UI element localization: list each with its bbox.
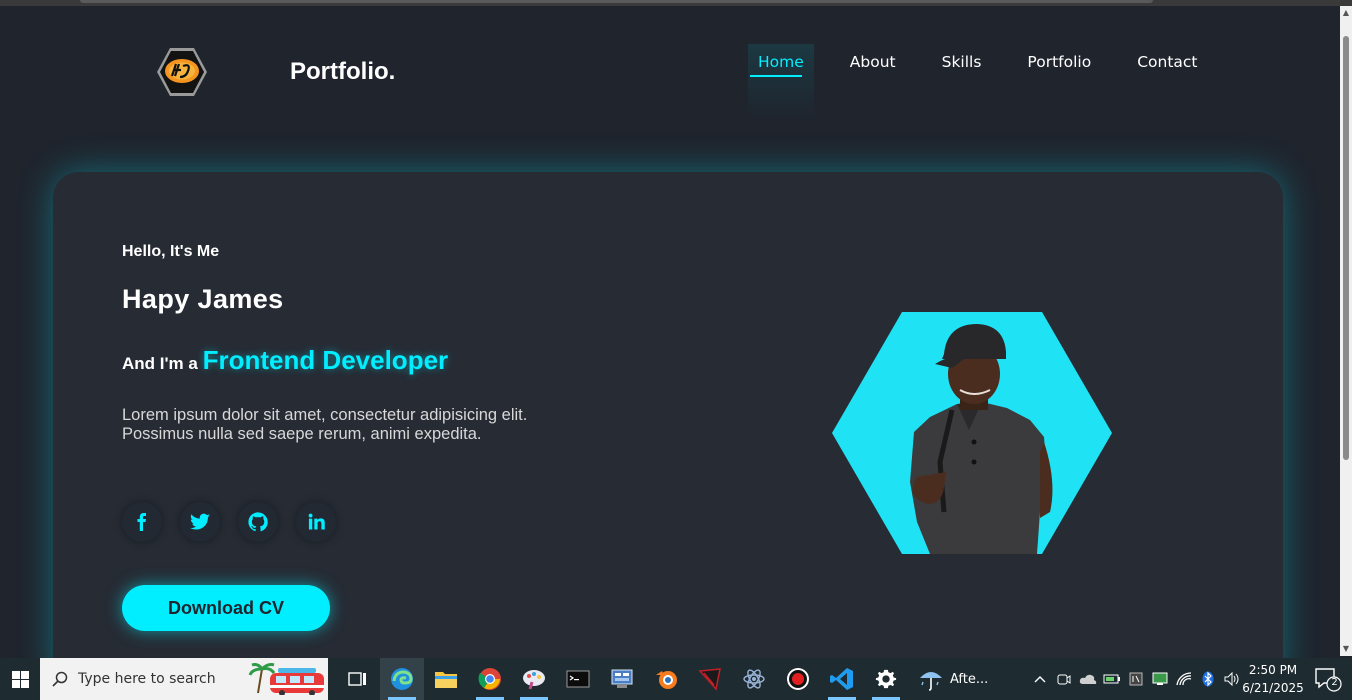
task-view-icon[interactable] bbox=[336, 658, 380, 700]
weather-widget[interactable]: Afte... bbox=[918, 666, 988, 692]
display-app-icon[interactable] bbox=[1148, 658, 1172, 700]
search-placeholder: Type here to search bbox=[78, 671, 216, 687]
site-header: Portfolio. Home About Skills Portfolio C… bbox=[0, 6, 1340, 126]
nav-portfolio[interactable]: Portfolio bbox=[1027, 44, 1091, 120]
notification-count: 2 bbox=[1331, 677, 1338, 688]
bluetooth-icon[interactable] bbox=[1196, 658, 1220, 700]
edge-browser-icon[interactable] bbox=[380, 658, 424, 700]
social-links bbox=[122, 502, 354, 542]
hero-role-line: And I'm a Frontend Developer bbox=[122, 345, 448, 376]
terminal-icon[interactable] bbox=[556, 658, 600, 700]
vector-app-icon[interactable] bbox=[688, 658, 732, 700]
wifi-icon[interactable] bbox=[1172, 658, 1196, 700]
blender-icon[interactable] bbox=[644, 658, 688, 700]
clock-date: 6/21/2025 bbox=[1242, 681, 1304, 695]
meet-now-icon[interactable] bbox=[1052, 658, 1076, 700]
atom-app-icon[interactable] bbox=[732, 658, 776, 700]
system-tray bbox=[1028, 658, 1244, 700]
github-icon[interactable] bbox=[238, 502, 278, 542]
profile-photo bbox=[832, 312, 1112, 554]
windows-start-icon[interactable] bbox=[0, 658, 40, 700]
hero-name: Hapy James bbox=[122, 284, 284, 314]
download-cv-button[interactable]: Download CV bbox=[122, 585, 330, 631]
nav-contact[interactable]: Contact bbox=[1137, 44, 1197, 120]
screen-recorder-icon[interactable] bbox=[776, 658, 820, 700]
nav-home[interactable]: Home bbox=[748, 44, 814, 120]
taskbar-search-box[interactable]: Type here to search bbox=[40, 658, 328, 700]
role-prefix: And I'm a bbox=[122, 354, 203, 373]
hero-greeting: Hello, It's Me bbox=[122, 243, 220, 260]
clock-time: 2:50 PM bbox=[1248, 663, 1298, 677]
file-explorer-icon[interactable] bbox=[424, 658, 468, 700]
search-icon bbox=[52, 671, 68, 687]
battery-icon[interactable] bbox=[1100, 658, 1124, 700]
search-highlight-art bbox=[248, 663, 324, 695]
vscode-icon[interactable] bbox=[820, 658, 864, 700]
facebook-icon[interactable] bbox=[122, 502, 162, 542]
nav-skills[interactable]: Skills bbox=[942, 44, 982, 120]
settings-gear-icon[interactable] bbox=[864, 658, 908, 700]
scrollbar-thumb[interactable] bbox=[1343, 36, 1349, 460]
twitter-icon[interactable] bbox=[180, 502, 220, 542]
linkedin-icon[interactable] bbox=[296, 502, 336, 542]
nav-about[interactable]: About bbox=[850, 44, 896, 120]
main-nav: Home About Skills Portfolio Contact bbox=[748, 44, 1198, 120]
keyboard-ime-icon[interactable] bbox=[1124, 658, 1148, 700]
notification-center-icon[interactable]: 2 bbox=[1312, 666, 1342, 692]
role-highlight: Frontend Developer bbox=[202, 345, 449, 375]
chrome-icon[interactable] bbox=[468, 658, 512, 700]
windows-taskbar: Type here to search Afte... 2:50 PM 6/21… bbox=[0, 658, 1352, 700]
scroll-up-arrow-icon[interactable]: ▲ bbox=[1340, 6, 1352, 20]
control-panel-icon[interactable] bbox=[600, 658, 644, 700]
chevron-up-icon[interactable] bbox=[1028, 658, 1052, 700]
weather-text: Afte... bbox=[950, 671, 989, 687]
onedrive-icon[interactable] bbox=[1076, 658, 1100, 700]
hero-description: Lorem ipsum dolor sit amet, consectetur … bbox=[122, 406, 528, 443]
scroll-down-arrow-icon[interactable]: ▼ bbox=[1340, 642, 1352, 656]
taskbar-clock[interactable]: 2:50 PM 6/21/2025 bbox=[1240, 661, 1306, 697]
weather-umbrella-icon bbox=[920, 672, 942, 691]
address-bar-edge[interactable] bbox=[80, 0, 1153, 3]
paint-app-icon[interactable] bbox=[512, 658, 556, 700]
page-scrollbar[interactable]: ▲ ▼ bbox=[1340, 6, 1352, 656]
logo-icon[interactable] bbox=[155, 46, 209, 98]
taskbar-apps bbox=[336, 658, 908, 700]
brand-title[interactable]: Portfolio. bbox=[290, 58, 395, 86]
